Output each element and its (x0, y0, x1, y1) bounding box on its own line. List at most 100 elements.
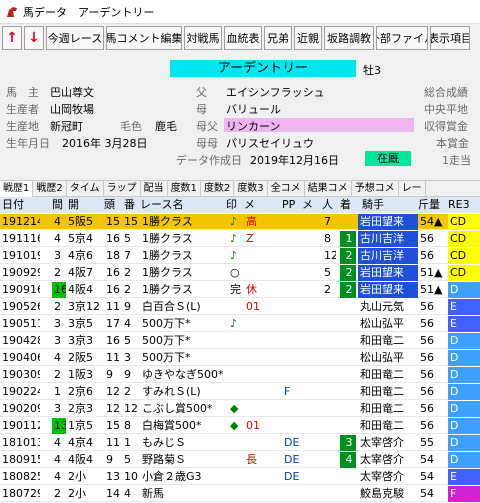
cell-jockey: 和田竜二 (360, 402, 404, 415)
tab-all-comments[interactable]: 全コメ (268, 181, 305, 197)
cell-meeting: 2京6 (68, 385, 93, 398)
table-row[interactable]: 190526 2 3京12 11 9 白百合Ｓ(L) 01 丸山元気 56 E (0, 299, 480, 315)
cell-re3: D (448, 452, 480, 468)
col-finish[interactable]: 着 (340, 197, 354, 213)
cell-gate: 9 (124, 300, 131, 313)
opponents-button[interactable]: 対戦馬 (184, 26, 222, 50)
col-meeting[interactable]: 開 (68, 197, 82, 213)
cell-runners: 9 (106, 453, 113, 466)
table-row[interactable]: 191214 4 5阪5 15 15 1勝クラス ♪ 高 7 岩田望来 54▲ CD (0, 214, 480, 230)
tab-race[interactable]: レー (399, 181, 426, 197)
cell-date: 180825 (2, 470, 40, 483)
col-pp[interactable]: PP (282, 197, 302, 213)
col-memo2[interactable]: メ (302, 197, 316, 213)
col-race-name[interactable]: レース名 (140, 197, 220, 213)
hill-training-button[interactable]: 坂路調教 (324, 26, 374, 50)
tab-lap[interactable]: ラップ (104, 181, 141, 197)
tab-forecast-comments[interactable]: 予想コメ (352, 181, 399, 197)
pedigree-button[interactable]: 血統表 (224, 26, 262, 50)
owner-label: 馬 主 (6, 86, 39, 99)
table-row[interactable]: 190511 3 3京5 17 4 500万下* ♪ 松山弘平 56 E (0, 316, 480, 332)
table-row[interactable]: 191116 4 5京4 16 5 1勝クラス ♪ Z 8 1 古川吉洋 56 CD (0, 231, 480, 247)
cell-finish: 1 (340, 231, 356, 247)
cell-pp (282, 214, 302, 230)
tab-result-comments[interactable]: 結果コメ (305, 181, 352, 197)
cell-jockey: 岩田望来 (358, 214, 418, 230)
cell-memo1: 高 (246, 215, 257, 228)
cell-memo1 (244, 333, 274, 349)
cell-gate: 1 (124, 436, 131, 449)
cell-jockey: 松山弘平 (360, 317, 404, 330)
table-row[interactable]: 190224 1 2京6 12 2 すみれＳ(L) F 和田竜二 56 D (0, 384, 480, 400)
col-date[interactable]: 日付 (0, 197, 40, 213)
cell-memo1: 01 (246, 419, 260, 432)
this-week-race-button[interactable]: 今週レース (46, 26, 104, 50)
col-re3[interactable]: RE3 (448, 197, 478, 213)
table-row[interactable]: 190406 4 2阪5 11 3 500万下* 松山弘平 56 D (0, 350, 480, 366)
col-popularity[interactable]: 人 (322, 197, 336, 213)
cell-re3: CD (448, 231, 480, 247)
cell-interval: 4 (54, 436, 61, 449)
cell-mark (228, 486, 242, 502)
table-row[interactable]: 190929 2 4阪7 16 2 1勝クラス ○ 5 2 岩田望来 51▲ CD (0, 265, 480, 281)
tab-payout[interactable]: 配当 (141, 181, 168, 197)
cell-race-name: 1勝クラス (142, 249, 193, 262)
cell-runners: 9 (106, 368, 113, 381)
table-row[interactable]: 180915 4 4阪4 9 5 野路菊Ｓ 長 DE 4 太宰啓介 54 D (0, 452, 480, 468)
external-file-button[interactable]: 外部ファイル (376, 26, 428, 50)
tab-freq2[interactable]: 度数2 (201, 181, 235, 197)
cell-memo2 (302, 350, 318, 366)
cell-interval: 2 (54, 300, 61, 313)
col-runners[interactable]: 頭 (104, 197, 118, 213)
tab-record1[interactable]: 戦歴1 (0, 181, 34, 197)
cell-runners: 13 (106, 470, 120, 483)
cell-race-name: 白百合Ｓ(L) (142, 300, 201, 313)
col-memo1[interactable]: メ (244, 197, 258, 213)
cell-weight: 54 (420, 453, 434, 466)
relatives-button[interactable]: 近親 (294, 26, 322, 50)
tab-time[interactable]: タイム (67, 181, 104, 197)
siblings-button[interactable]: 兄弟 (264, 26, 292, 50)
cell-race-name: こぶし賞500* (142, 402, 213, 415)
cell-meeting: 4京4 (68, 436, 93, 449)
cell-memo1: 休 (246, 283, 257, 296)
table-row[interactable]: 190916 16 4阪4 16 2 1勝クラス完休 2 2 岩田望来 51▲ D (0, 282, 480, 298)
down-arrow-button[interactable]: ↓ (24, 26, 44, 50)
display-items-button[interactable]: 表示項目 (430, 26, 470, 50)
race-record-table: 日付 間 開 頭 番 レース名 印 メ PP メ 人 着 騎手 斤量 RE3 1… (0, 197, 480, 503)
cell-mark: 完 (230, 283, 241, 296)
main-prize-label: 本賞金 (436, 137, 469, 150)
table-row[interactable]: 181013 4 4京4 11 1 もみじＳ DE 3 太宰啓介 55 D (0, 435, 480, 451)
table-row[interactable]: 180729 2 2小 14 4 新馬 鮫島克駿 54 F (0, 486, 480, 502)
cell-re3: E (448, 316, 480, 332)
col-gate[interactable]: 番 (124, 197, 138, 213)
cell-re3: CD (448, 248, 480, 264)
damsire-label: 母父 (196, 120, 218, 133)
cell-runners: 11 (106, 436, 120, 449)
cell-date: 190224 (2, 385, 40, 398)
cell-memo2 (302, 401, 318, 417)
horse-comment-edit-button[interactable]: 馬コメント編集 (106, 26, 182, 50)
tab-record2[interactable]: 戦歴2 (33, 181, 67, 197)
table-row[interactable]: 190428 3 3京3 16 5 500万下* 和田竜二 56 D (0, 333, 480, 349)
cell-pp (282, 231, 302, 247)
cell-finish (340, 316, 356, 332)
cell-memo1 (244, 350, 274, 366)
cell-mark (228, 452, 242, 468)
up-arrow-button[interactable]: ↑ (2, 26, 22, 50)
col-mark[interactable]: 印 (226, 197, 240, 213)
tab-freq3[interactable]: 度数3 (234, 181, 268, 197)
cell-gate: 5 (124, 334, 131, 347)
table-row[interactable]: 180825 4 2小 13 10 小倉２歳G3 DE 太宰啓介 54 E (0, 469, 480, 485)
col-weight[interactable]: 斤量 (418, 197, 446, 213)
table-row[interactable]: 190309 2 1阪3 9 9 ゆきやなぎ500* 和田竜二 56 D (0, 367, 480, 383)
cell-interval: 3 (54, 249, 61, 262)
tab-freq1[interactable]: 度数1 (168, 181, 201, 197)
table-row[interactable]: 190112 13 1京5 15 8 白梅賞500* ◆ 01 和田竜二 56 D (0, 418, 480, 434)
table-row[interactable]: 190209 3 2京3 12 12 こぶし賞500* ◆ 和田竜二 56 D (0, 401, 480, 417)
col-interval[interactable]: 間 (52, 197, 66, 213)
col-jockey[interactable]: 騎手 (362, 197, 422, 213)
table-row[interactable]: 191019 3 4京6 18 7 1勝クラス ♪ 12 2 古川吉洋 56 CD (0, 248, 480, 264)
cell-mark: ◆ (230, 402, 239, 415)
cell-gate: 3 (124, 351, 131, 364)
